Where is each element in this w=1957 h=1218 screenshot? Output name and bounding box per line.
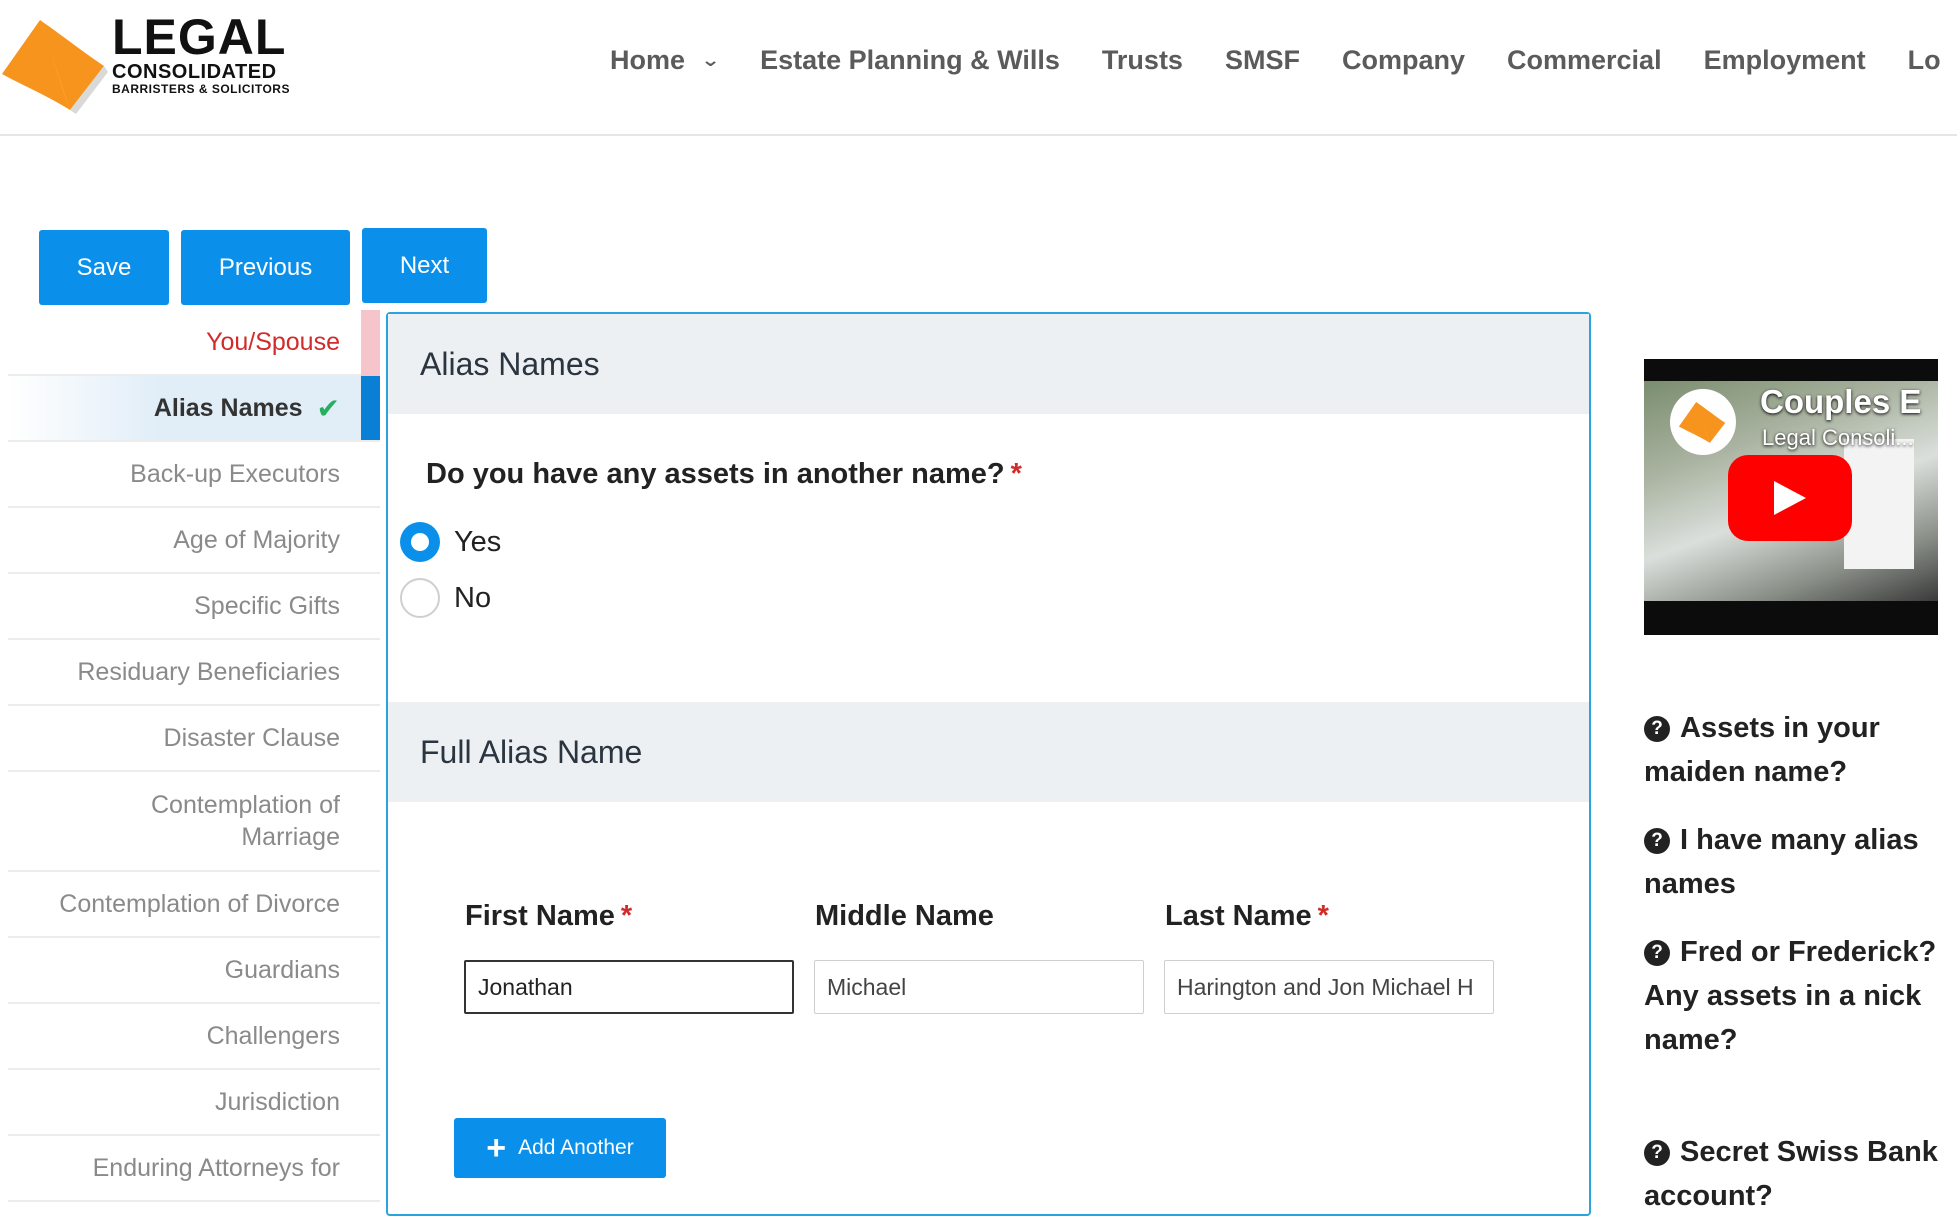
sidebar-item-you-spouse[interactable]: You/Spouse [8, 310, 380, 376]
sidebar-item-label: Alias Names [153, 393, 303, 422]
logo-wordmark: LEGAL CONSOLIDATED BARRISTERS & SOLICITO… [112, 12, 290, 96]
video-thumbnail[interactable]: Couples E Legal Consoli... [1644, 359, 1938, 635]
sidebar-item-guardians[interactable]: Guardians [8, 938, 380, 1004]
sidebar-item-backup-executors[interactable]: Back-up Executors [8, 442, 380, 508]
logo-line3: BARRISTERS & SOLICITORS [112, 82, 290, 96]
faq-label: Secret Swiss Bank account? [1644, 1136, 1938, 1212]
sidebar-item-specific-gifts[interactable]: Specific Gifts [8, 574, 380, 640]
previous-button[interactable]: Previous [181, 230, 350, 305]
nav-commercial[interactable]: Commercial [1507, 45, 1662, 76]
last-name-label: Last Name * [1165, 900, 1329, 933]
question-icon: ? [1644, 1140, 1670, 1166]
first-name-label: First Name * [465, 900, 632, 933]
faq-label: I have many alias names [1644, 824, 1919, 900]
steps-sidebar: You/Spouse Alias Names ✔ Back-up Executor… [8, 310, 380, 1202]
video-channel: Legal Consoli... [1762, 425, 1914, 450]
logo-mark-icon [1678, 402, 1726, 443]
form-panel: Alias Names Do you have any assets in an… [386, 312, 1591, 1216]
section-title-alias-names: Alias Names [388, 314, 1589, 414]
nav-company[interactable]: Company [1342, 45, 1465, 76]
sidebar-item-challengers[interactable]: Challengers [8, 1004, 380, 1070]
sidebar-item-label: Challengers [206, 1021, 340, 1050]
logo-line2: CONSOLIDATED [112, 61, 277, 83]
middle-name-input[interactable] [814, 960, 1144, 1014]
add-another-label: Add Another [518, 1136, 634, 1159]
save-button[interactable]: Save [39, 230, 169, 305]
assets-question: Do you have any assets in another name? * [426, 458, 1022, 491]
radio-yes-label: Yes [454, 525, 502, 558]
required-mark: * [620, 900, 633, 932]
faq-link-maiden-name[interactable]: ? Assets in your maiden name? [1644, 706, 1944, 794]
site-header: LEGAL CONSOLIDATED BARRISTERS & SOLICITO… [0, 0, 1957, 136]
sidebar-item-label: Guardians [224, 955, 340, 984]
next-button[interactable]: Next [362, 228, 487, 303]
sidebar-item-label: Age of Majority [173, 525, 340, 554]
chevron-down-icon: ⌄ [700, 49, 721, 70]
nav-trusts[interactable]: Trusts [1102, 45, 1183, 76]
add-another-button[interactable]: + Add Another [454, 1118, 666, 1178]
first-name-label-text: First Name [465, 900, 615, 932]
sidebar-item-label: Residuary Beneficiaries [77, 657, 340, 686]
section-title-full-alias-name: Full Alias Name [388, 702, 1589, 802]
sidebar-item-disaster-clause[interactable]: Disaster Clause [8, 706, 380, 772]
radio-no-label: No [454, 581, 492, 614]
play-triangle-icon [1774, 481, 1806, 515]
main-nav: Home ⌄ Estate Planning & Wills Trusts SM… [610, 40, 1957, 80]
nav-home[interactable]: Home ⌄ [610, 44, 721, 76]
sidebar-item-enduring-attorneys[interactable]: Enduring Attorneys for [8, 1136, 380, 1202]
sidebar-item-label: Enduring Attorneys for [92, 1153, 340, 1182]
sidebar-item-label: Contemplation of Marriage [150, 791, 340, 851]
faq-link-swiss-bank[interactable]: ? Secret Swiss Bank account? [1644, 1130, 1944, 1218]
sidebar-item-label: Jurisdiction [214, 1087, 340, 1116]
sidebar-item-label: Disaster Clause [163, 723, 340, 752]
middle-name-label: Middle Name [815, 900, 994, 932]
question-icon: ? [1644, 828, 1670, 854]
play-button-icon[interactable] [1728, 455, 1852, 541]
sidebar-item-jurisdiction[interactable]: Jurisdiction [8, 1070, 380, 1136]
check-icon: ✔ [316, 392, 340, 424]
sidebar-item-contemplation-marriage[interactable]: Contemplation of Marriage [8, 772, 380, 872]
required-mark: * [1317, 900, 1329, 932]
faq-link-many-alias[interactable]: ? I have many alias names [1644, 818, 1944, 906]
radio-unselected-icon[interactable] [400, 578, 440, 618]
sidebar-item-age-of-majority[interactable]: Age of Majority [8, 508, 380, 574]
sidebar-item-residuary-beneficiaries[interactable]: Residuary Beneficiaries [8, 640, 380, 706]
last-name-label-text: Last Name [1165, 900, 1312, 932]
faq-label: Fred or Frederick? Any assets in a nick … [1644, 936, 1937, 1056]
nav-smsf[interactable]: SMSF [1225, 45, 1300, 76]
question-icon: ? [1644, 940, 1670, 966]
video-title: Couples E [1760, 383, 1922, 420]
faq-link-nick-name[interactable]: ? Fred or Frederick? Any assets in a nick… [1644, 930, 1944, 1062]
nav-employment[interactable]: Employment [1704, 45, 1866, 76]
sidebar-item-label: Back-up Executors [130, 459, 340, 488]
sidebar-item-label: Specific Gifts [194, 591, 340, 620]
radio-yes[interactable]: Yes [400, 522, 501, 562]
nav-lo[interactable]: Lo [1908, 45, 1941, 76]
sidebar-item-label: Contemplation of Divorce [59, 889, 340, 918]
last-name-input[interactable] [1164, 960, 1494, 1014]
plus-icon: + [486, 1129, 507, 1167]
question-icon: ? [1644, 716, 1670, 742]
sidebar-item-contemplation-divorce[interactable]: Contemplation of Divorce [8, 872, 380, 938]
first-name-input[interactable] [464, 960, 794, 1014]
logo-icon [2, 20, 108, 114]
logo-line1: LEGAL [112, 9, 287, 65]
site-logo[interactable]: LEGAL CONSOLIDATED BARRISTERS & SOLICITO… [0, 8, 290, 114]
radio-selected-icon[interactable] [400, 522, 440, 562]
question-text: Do you have any assets in another name? [426, 458, 1005, 490]
nav-estate-planning[interactable]: Estate Planning & Wills [760, 45, 1060, 76]
radio-no[interactable]: No [400, 578, 491, 618]
faq-label: Assets in your maiden name? [1644, 712, 1880, 788]
sidebar-item-alias-names[interactable]: Alias Names ✔ [8, 376, 380, 442]
required-mark: * [1010, 458, 1022, 490]
nav-home-label: Home [610, 44, 686, 75]
video-document-image [1844, 439, 1914, 569]
channel-logo-icon [1670, 389, 1736, 455]
sidebar-item-label: You/Spouse [206, 327, 340, 356]
